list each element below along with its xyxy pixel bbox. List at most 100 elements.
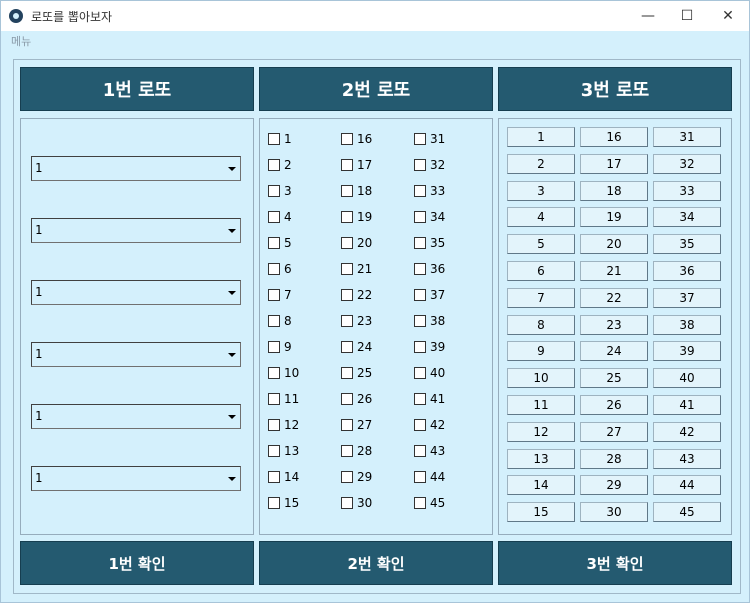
checkbox-square[interactable] — [268, 315, 280, 327]
chevron-down-icon[interactable] — [225, 283, 238, 302]
number-checkbox[interactable]: 4 — [268, 208, 292, 226]
number-button[interactable]: 15 — [507, 502, 575, 523]
number-checkbox[interactable]: 22 — [341, 286, 372, 304]
number-checkbox[interactable]: 9 — [268, 338, 292, 356]
checkbox-square[interactable] — [414, 159, 426, 171]
number-checkbox[interactable]: 41 — [414, 390, 445, 408]
number-button[interactable]: 16 — [580, 127, 648, 147]
checkbox-square[interactable] — [341, 445, 353, 457]
number-button[interactable]: 28 — [580, 448, 648, 469]
lotto2-confirm-button[interactable]: 2번 확인 — [259, 541, 493, 585]
checkbox-square[interactable] — [414, 185, 426, 197]
checkbox-square[interactable] — [341, 237, 353, 249]
number-checkbox[interactable]: 26 — [341, 390, 372, 408]
lotto3-confirm-button[interactable]: 3번 확인 — [498, 541, 732, 585]
number-button[interactable]: 7 — [507, 287, 575, 308]
number-button[interactable]: 34 — [653, 207, 721, 228]
checkbox-square[interactable] — [414, 133, 426, 145]
number-button[interactable]: 39 — [653, 341, 721, 362]
checkbox-square[interactable] — [341, 159, 353, 171]
checkbox-square[interactable] — [414, 289, 426, 301]
number-checkbox[interactable]: 21 — [341, 260, 372, 278]
lotto1-confirm-button[interactable]: 1번 확인 — [20, 541, 254, 585]
number-checkbox[interactable]: 27 — [341, 416, 372, 434]
checkbox-square[interactable] — [268, 211, 280, 223]
number-checkbox[interactable]: 13 — [268, 442, 299, 460]
maximize-button[interactable]: ☐ — [664, 1, 710, 31]
checkbox-square[interactable] — [268, 185, 280, 197]
number-checkbox[interactable]: 38 — [414, 312, 445, 330]
number-button[interactable]: 33 — [653, 180, 721, 201]
checkbox-square[interactable] — [341, 263, 353, 275]
number-checkbox[interactable]: 45 — [414, 494, 445, 512]
number-checkbox[interactable]: 39 — [414, 338, 445, 356]
number-checkbox[interactable]: 43 — [414, 442, 445, 460]
number-checkbox[interactable]: 12 — [268, 416, 299, 434]
checkbox-square[interactable] — [268, 237, 280, 249]
number-checkbox[interactable]: 19 — [341, 208, 372, 226]
number-checkbox[interactable]: 34 — [414, 208, 445, 226]
number-checkbox[interactable]: 18 — [341, 182, 372, 200]
number-button[interactable]: 1 — [507, 127, 575, 147]
number-button[interactable]: 11 — [507, 395, 575, 415]
checkbox-square[interactable] — [414, 497, 426, 509]
number-button[interactable]: 22 — [580, 287, 648, 308]
number-combo[interactable]: 1 — [31, 466, 241, 491]
checkbox-square[interactable] — [414, 341, 426, 353]
number-button[interactable]: 23 — [580, 314, 648, 335]
checkbox-square[interactable] — [414, 263, 426, 275]
lotto3-header-button[interactable]: 3번 로또 — [498, 67, 732, 111]
number-checkbox[interactable]: 40 — [414, 364, 445, 382]
checkbox-square[interactable] — [414, 419, 426, 431]
number-checkbox[interactable]: 6 — [268, 260, 292, 278]
close-button[interactable]: ✕ — [705, 1, 750, 31]
number-checkbox[interactable]: 20 — [341, 234, 372, 252]
number-button[interactable]: 4 — [507, 207, 575, 228]
number-checkbox[interactable]: 7 — [268, 286, 292, 304]
number-checkbox[interactable]: 25 — [341, 364, 372, 382]
number-checkbox[interactable]: 15 — [268, 494, 299, 512]
checkbox-square[interactable] — [268, 471, 280, 483]
number-checkbox[interactable]: 10 — [268, 364, 299, 382]
chevron-down-icon[interactable] — [225, 345, 238, 364]
checkbox-square[interactable] — [268, 159, 280, 171]
number-button[interactable]: 24 — [580, 341, 648, 362]
checkbox-square[interactable] — [414, 237, 426, 249]
number-checkbox[interactable]: 42 — [414, 416, 445, 434]
number-button[interactable]: 41 — [653, 395, 721, 415]
number-checkbox[interactable]: 5 — [268, 234, 292, 252]
number-checkbox[interactable]: 1 — [268, 130, 292, 148]
checkbox-square[interactable] — [341, 419, 353, 431]
checkbox-square[interactable] — [268, 341, 280, 353]
number-button[interactable]: 8 — [507, 314, 575, 335]
number-button[interactable]: 3 — [507, 180, 575, 201]
number-button[interactable]: 17 — [580, 153, 648, 174]
number-checkbox[interactable]: 23 — [341, 312, 372, 330]
chevron-down-icon[interactable] — [225, 221, 238, 240]
number-checkbox[interactable]: 30 — [341, 494, 372, 512]
number-button[interactable]: 25 — [580, 368, 648, 389]
number-combo[interactable]: 1 — [31, 156, 241, 181]
checkbox-square[interactable] — [268, 419, 280, 431]
checkbox-square[interactable] — [268, 289, 280, 301]
menu-item-menu[interactable]: 메뉴 — [11, 33, 31, 49]
checkbox-square[interactable] — [414, 367, 426, 379]
checkbox-square[interactable] — [268, 263, 280, 275]
checkbox-square[interactable] — [341, 367, 353, 379]
checkbox-square[interactable] — [268, 445, 280, 457]
number-button[interactable]: 35 — [653, 234, 721, 255]
number-checkbox[interactable]: 24 — [341, 338, 372, 356]
number-button[interactable]: 38 — [653, 314, 721, 335]
number-button[interactable]: 20 — [580, 234, 648, 255]
number-button[interactable]: 32 — [653, 153, 721, 174]
number-button[interactable]: 14 — [507, 475, 575, 496]
number-combo[interactable]: 1 — [31, 280, 241, 305]
number-button[interactable]: 42 — [653, 421, 721, 442]
number-checkbox[interactable]: 36 — [414, 260, 445, 278]
number-combo[interactable]: 1 — [31, 404, 241, 429]
checkbox-square[interactable] — [268, 393, 280, 405]
number-button[interactable]: 30 — [580, 502, 648, 523]
number-checkbox[interactable]: 2 — [268, 156, 292, 174]
number-button[interactable]: 6 — [507, 261, 575, 281]
checkbox-square[interactable] — [341, 341, 353, 353]
